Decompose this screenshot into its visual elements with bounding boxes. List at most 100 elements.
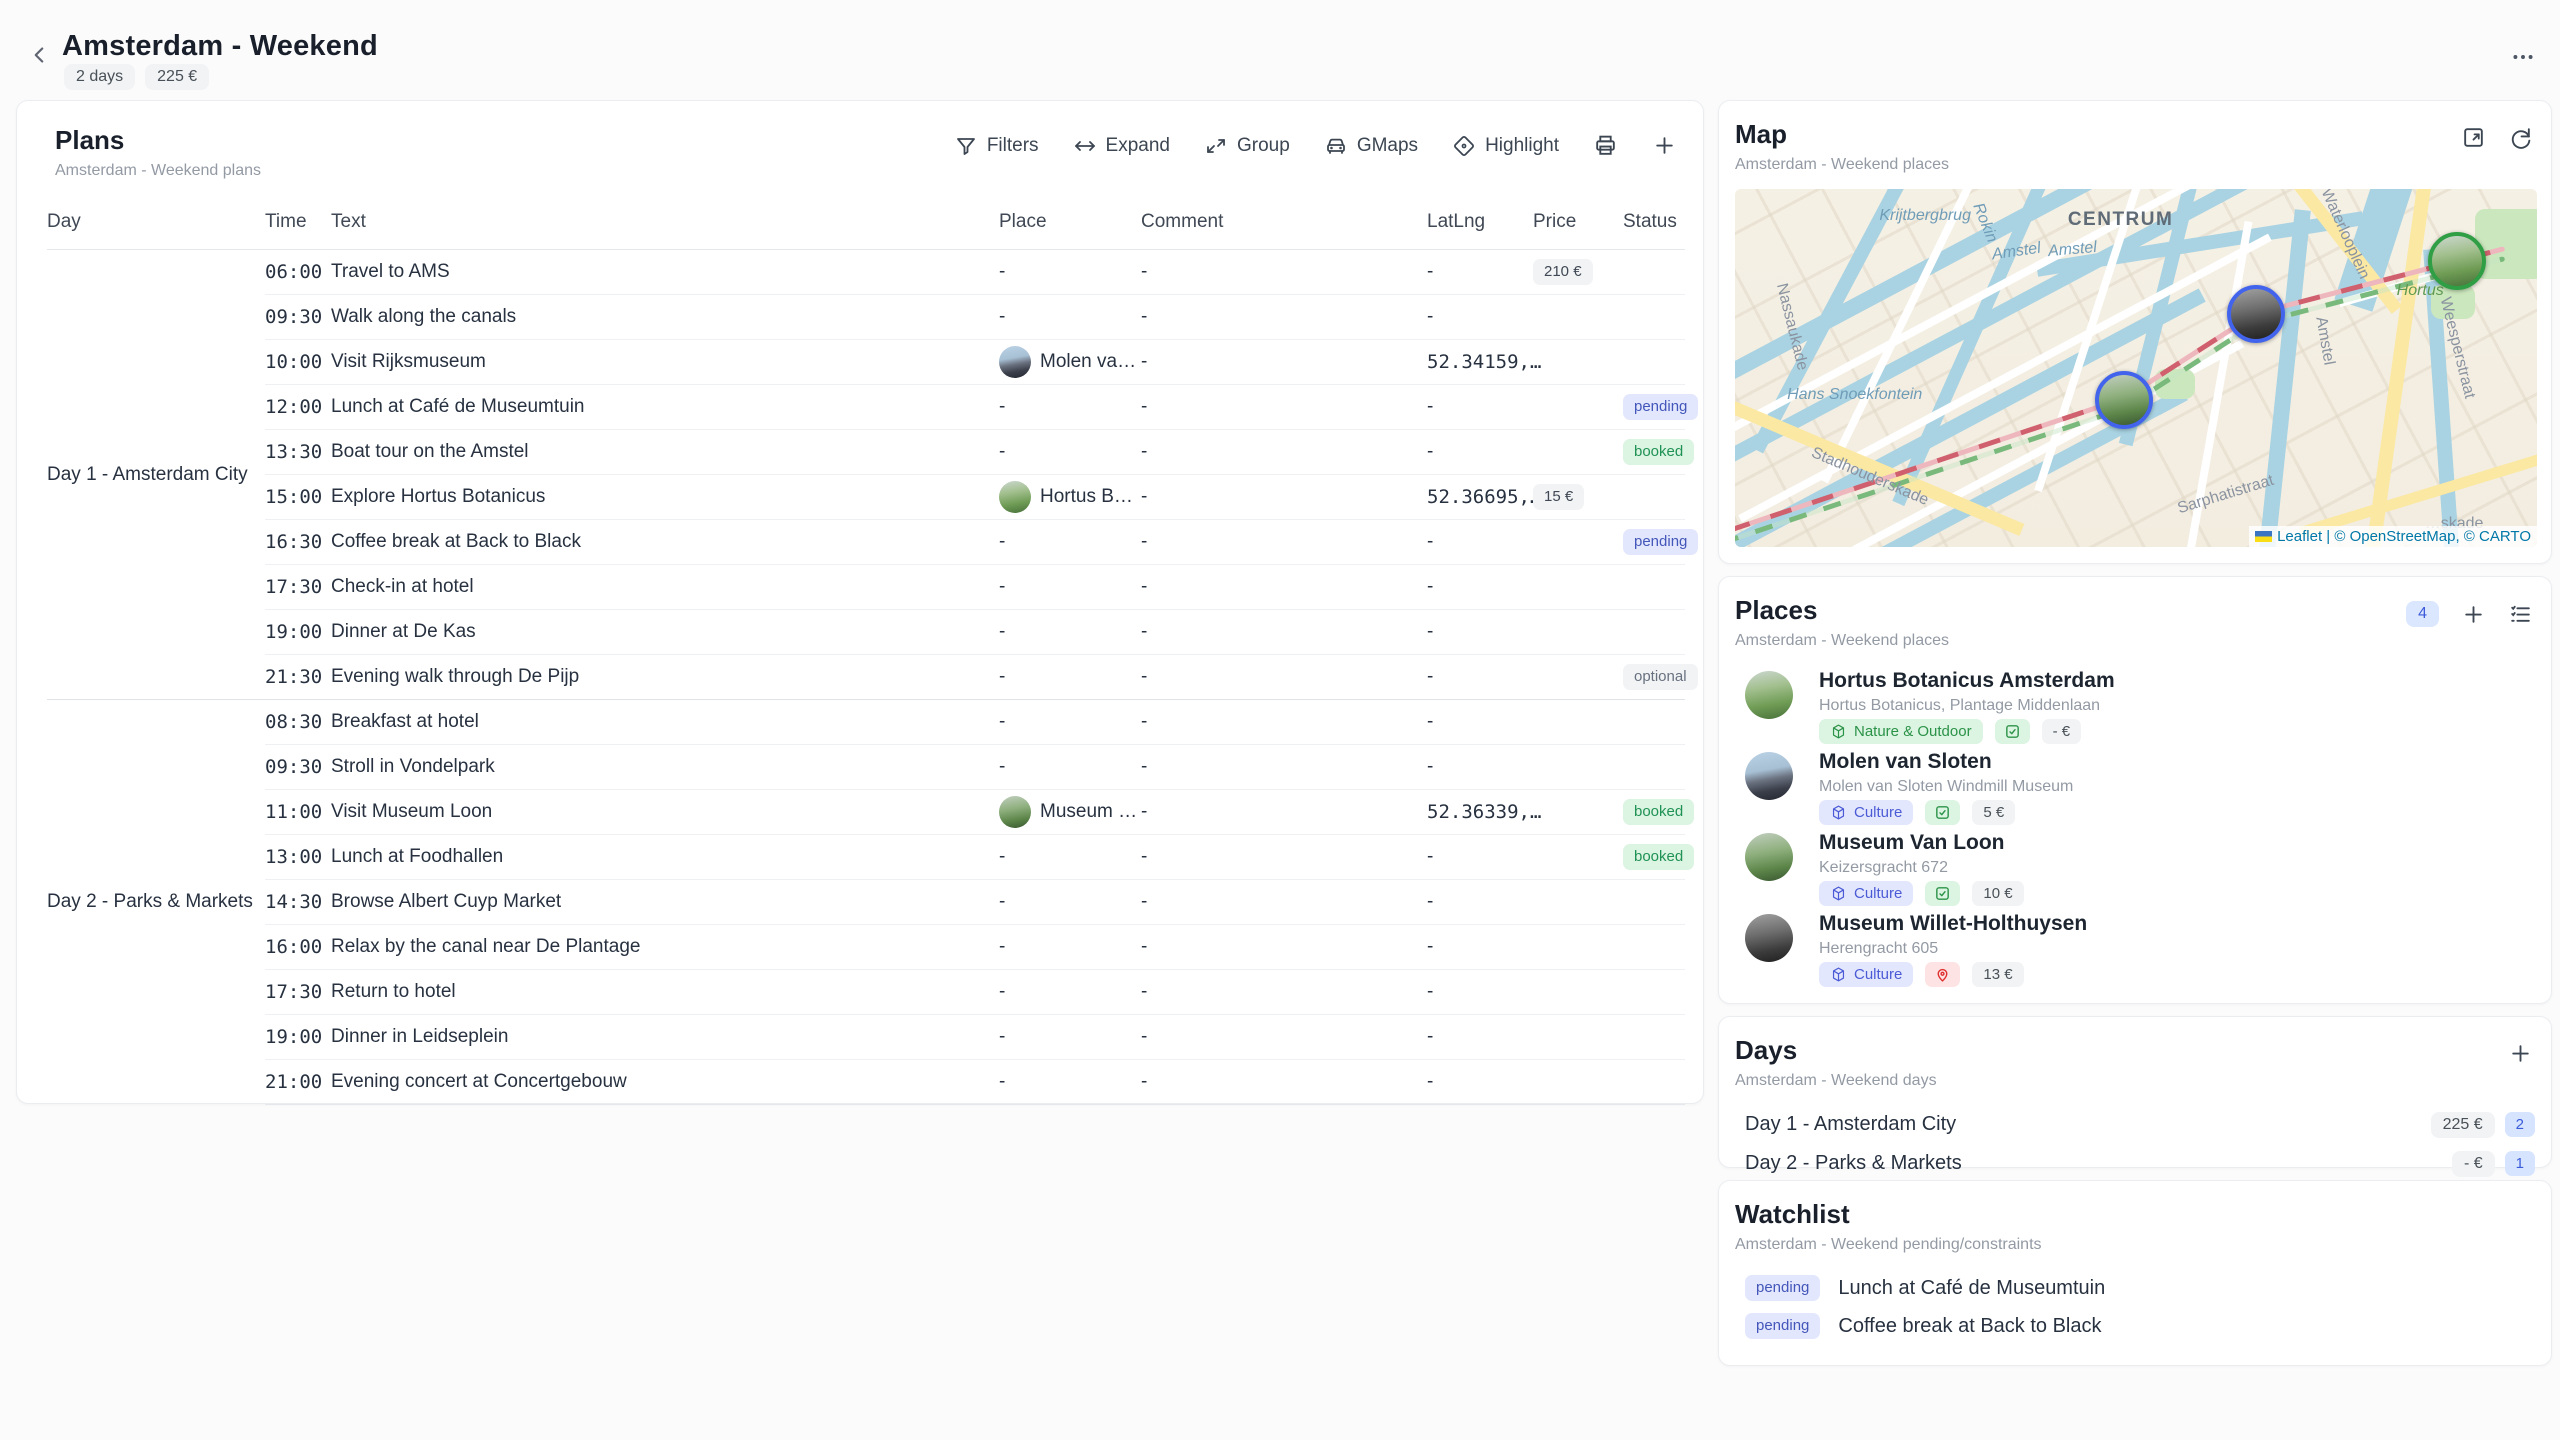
place-item[interactable]: Museum Willet-Holthuysen Herengracht 605…: [1735, 912, 2535, 993]
toolbar-gmaps-button[interactable]: GMaps: [1324, 134, 1418, 158]
table-row[interactable]: 19:00Dinner in Leidseplein---: [47, 1015, 1685, 1060]
plus-icon: [2461, 602, 2486, 627]
cell-status: [1623, 700, 1685, 745]
cell-price: [1533, 790, 1623, 835]
cell-time: 09:30: [265, 745, 331, 790]
plans-title: Plans: [55, 125, 261, 156]
place-price-badge: 10 €: [1972, 881, 2023, 906]
table-row[interactable]: 09:30Walk along the canals---: [47, 295, 1685, 340]
table-row[interactable]: 10:00Visit RijksmuseumMolen van …-52.341…: [47, 340, 1685, 385]
day-row[interactable]: Day 1 - Amsterdam City 225 € 2: [1735, 1105, 2535, 1144]
table-row[interactable]: 13:00Lunch at Foodhallen---booked: [47, 835, 1685, 880]
cell-text: Evening walk through De Pijp: [331, 655, 999, 700]
table-row[interactable]: 16:30Coffee break at Back to Black---pen…: [47, 520, 1685, 565]
table-row[interactable]: 11:00Visit Museum LoonMuseum Va…-52.3633…: [47, 790, 1685, 835]
category-badge: Culture: [1819, 800, 1913, 825]
day-group-1: Day 1 - Amsterdam City06:00Travel to AMS…: [47, 250, 1685, 700]
hortus-botanicus-marker[interactable]: [2428, 232, 2486, 290]
plans-table-header: DayTimeTextPlaceCommentLatLngPriceStatus: [47, 211, 1685, 250]
day-price-badge: - €: [2452, 1151, 2495, 1177]
table-row[interactable]: 09:30Stroll in Vondelpark---: [47, 745, 1685, 790]
toolbar-expand-button[interactable]: Expand: [1073, 134, 1170, 158]
toolbar-highlight-button[interactable]: Highlight: [1452, 134, 1559, 158]
cell-status: [1623, 745, 1685, 790]
map-refresh-button[interactable]: [2508, 125, 2533, 150]
watchlist-item[interactable]: pending Lunch at Café de Museumtuin: [1735, 1269, 2535, 1307]
cell-place: -: [999, 295, 1141, 340]
print-button[interactable]: [1593, 133, 1618, 158]
cell-comment: -: [1141, 925, 1427, 970]
museum-willet-marker[interactable]: [2227, 285, 2285, 343]
plans-toolbar: Filters Expand Group GMaps Highlight: [954, 133, 1677, 158]
museum-van-loon-marker[interactable]: [2095, 371, 2153, 429]
place-name: Hortus Botanicus Amsterdam: [1819, 669, 2115, 693]
table-row[interactable]: 17:30Return to hotel---: [47, 970, 1685, 1015]
status-badge: booked: [1623, 799, 1694, 826]
cell-price: [1533, 1015, 1623, 1060]
cell-place: -: [999, 970, 1141, 1015]
cell-latlng: -: [1427, 1060, 1533, 1105]
table-row[interactable]: 17:30Check-in at hotel---: [47, 565, 1685, 610]
status-badge: pending: [1623, 394, 1698, 421]
cell-price: [1533, 295, 1623, 340]
cell-time: 14:30: [265, 880, 331, 925]
place-price-badge: 13 €: [1972, 962, 2023, 987]
expand-icon: [1073, 134, 1097, 158]
table-row[interactable]: Day 1 - Amsterdam City06:00Travel to AMS…: [47, 250, 1685, 295]
cube-icon: [1830, 723, 1847, 740]
map-attribution: Leaflet | © OpenStreetMap, © CARTO: [2249, 526, 2537, 547]
place-item[interactable]: Museum Van Loon Keizersgracht 672 Cultur…: [1735, 831, 2535, 912]
place-item[interactable]: Molen van Sloten Molen van Sloten Windmi…: [1735, 750, 2535, 831]
cell-status: [1623, 1015, 1685, 1060]
table-row[interactable]: 21:30Evening walk through De Pijp---opti…: [47, 655, 1685, 700]
cell-status: [1623, 610, 1685, 655]
cell-latlng: -: [1427, 610, 1533, 655]
cell-time: 21:00: [265, 1060, 331, 1105]
map-canvas[interactable]: KrijtbergbrugRokinAmstelAmstelCENTRUMWat…: [1735, 189, 2537, 547]
back-button[interactable]: [24, 40, 54, 70]
cell-latlng: 52.34159,…: [1427, 340, 1533, 385]
place-photo: [1745, 671, 1793, 719]
table-row[interactable]: 19:00Dinner at De Kas---: [47, 610, 1685, 655]
cell-place[interactable]: Museum Va…: [999, 790, 1141, 835]
add-place-button[interactable]: [2461, 602, 2486, 627]
watchlist-card: Watchlist Amsterdam - Weekend pending/co…: [1718, 1180, 2552, 1366]
cell-comment: -: [1141, 970, 1427, 1015]
cell-place[interactable]: Molen van …: [999, 340, 1141, 385]
cell-time: 08:30: [265, 700, 331, 745]
cell-place[interactable]: Hortus Bota…: [999, 475, 1141, 520]
cell-text: Evening concert at Concertgebouw: [331, 1060, 999, 1105]
map-label: CENTRUM: [2068, 209, 2174, 231]
cell-text: Check-in at hotel: [331, 565, 999, 610]
table-row[interactable]: 21:00Evening concert at Concertgebouw---: [47, 1060, 1685, 1105]
table-row[interactable]: 12:00Lunch at Café de Museumtuin---pendi…: [47, 385, 1685, 430]
toolbar-group-button[interactable]: Group: [1204, 134, 1290, 158]
add-plan-button[interactable]: [1652, 133, 1677, 158]
day-row[interactable]: Day 2 - Parks & Markets - € 1: [1735, 1144, 2535, 1183]
cell-text: Travel to AMS: [331, 250, 999, 295]
page-title: Amsterdam - Weekend: [62, 30, 378, 63]
add-day-button[interactable]: [2508, 1041, 2533, 1066]
map-label: Hortus: [2397, 282, 2444, 300]
map-fullscreen-button[interactable]: [2461, 125, 2486, 150]
total-price-badge: 225 €: [145, 64, 209, 90]
place-item[interactable]: Hortus Botanicus Amsterdam Hortus Botani…: [1735, 669, 2535, 750]
cell-comment: -: [1141, 475, 1427, 520]
days-card: Days Amsterdam - Weekend days Day 1 - Am…: [1718, 1016, 2552, 1168]
cell-price: [1533, 565, 1623, 610]
table-row[interactable]: 13:30Boat tour on the Amstel---booked: [47, 430, 1685, 475]
cube-icon: [1830, 885, 1847, 902]
table-row[interactable]: Day 2 - Parks & Markets08:30Breakfast at…: [47, 700, 1685, 745]
places-list-view-button[interactable]: [2508, 602, 2533, 627]
table-row[interactable]: 15:00Explore Hortus BotanicusHortus Bota…: [47, 475, 1685, 520]
cell-place: -: [999, 655, 1141, 700]
toolbar-filters-button[interactable]: Filters: [954, 134, 1039, 158]
watchlist-status-badge: pending: [1745, 1313, 1820, 1340]
table-row[interactable]: 14:30Browse Albert Cuyp Market---: [47, 880, 1685, 925]
cell-latlng: -: [1427, 745, 1533, 790]
table-row[interactable]: 16:00Relax by the canal near De Plantage…: [47, 925, 1685, 970]
cell-comment: -: [1141, 565, 1427, 610]
place-thumbnail: [999, 796, 1031, 828]
watchlist-item[interactable]: pending Coffee break at Back to Black: [1735, 1307, 2535, 1345]
more-menu-button[interactable]: [2510, 44, 2536, 77]
